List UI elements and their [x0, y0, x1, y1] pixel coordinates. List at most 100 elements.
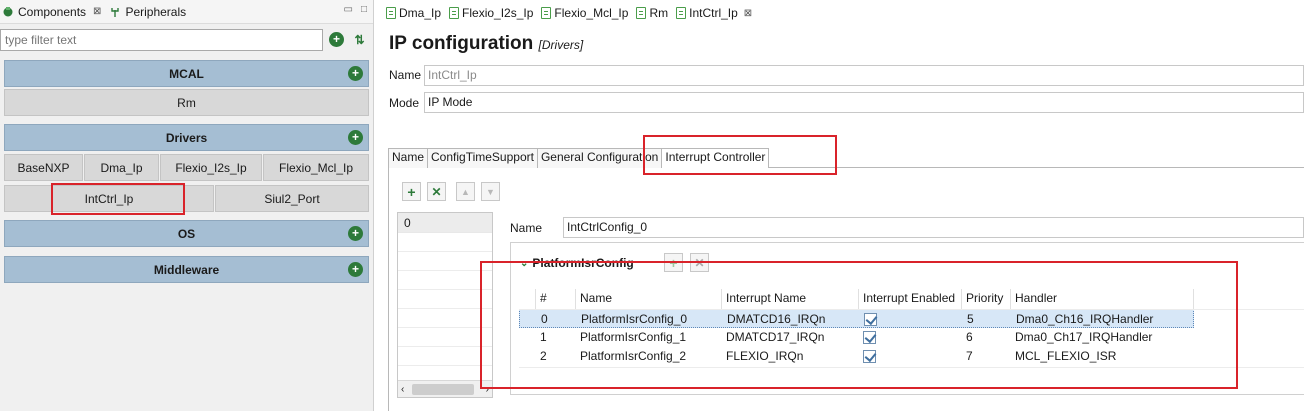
list-row-empty [398, 328, 492, 347]
tab-name[interactable]: Name [388, 148, 429, 168]
group-mcal[interactable]: MCAL + [4, 60, 369, 87]
col-header-name[interactable]: Name [576, 289, 722, 309]
maximize-icon[interactable]: □ [361, 4, 367, 15]
mode-field[interactable]: IP Mode [424, 92, 1304, 113]
tab-peripherals[interactable]: Peripherals [107, 5, 192, 19]
table-row[interactable]: 2 PlatformIsrConfig_2 FLEXIO_IRQn 7 MCL_… [519, 347, 1194, 366]
add-os-icon[interactable]: + [348, 226, 363, 241]
name-field[interactable]: IntCtrl_Ip [424, 65, 1304, 86]
col-header-priority[interactable]: Priority [962, 289, 1011, 309]
list-item[interactable]: 0 [398, 213, 492, 233]
cell-handler: Dma0_Ch16_IRQHandler [1016, 312, 1154, 326]
table-divider [519, 309, 1304, 310]
tab-general-configuration[interactable]: General Configuration [536, 148, 663, 168]
col-header-interrupt-name[interactable]: Interrupt Name [722, 289, 859, 309]
document-icon [386, 7, 396, 19]
table-row[interactable]: 1 PlatformIsrConfig_1 DMATCD17_IRQn 6 Dm… [519, 328, 1194, 347]
horizontal-scrollbar[interactable]: ‹ › [398, 380, 492, 397]
minimize-icon[interactable]: ▭ [344, 4, 353, 15]
cell-index: 0 [541, 312, 548, 326]
add-middleware-icon[interactable]: + [348, 262, 363, 277]
scroll-left-icon[interactable]: ‹ [401, 384, 404, 395]
components-icon [3, 6, 13, 16]
add-component-button[interactable]: + [327, 30, 346, 49]
filter-input[interactable] [0, 29, 323, 51]
page-title: IP configuration [Drivers] [389, 33, 583, 55]
group-middleware[interactable]: Middleware + [4, 256, 369, 283]
add-isr-button[interactable]: + [664, 253, 683, 272]
component-label: Dma_Ip [100, 160, 143, 175]
group-middleware-label: Middleware [153, 262, 220, 277]
list-row-empty [398, 233, 492, 252]
editor-tab-rm[interactable]: Rm [636, 6, 668, 20]
arrow-down-icon: ▼ [486, 186, 495, 197]
enabled-checkbox[interactable] [863, 331, 876, 344]
editor-tab-label: Rm [649, 6, 669, 20]
editor-tab-flexio-mcl-ip[interactable]: Flexio_Mcl_Ip [541, 6, 628, 20]
group-drivers[interactable]: Drivers + [4, 124, 369, 151]
table-divider [519, 367, 1304, 368]
window-controls: ▭ □ [344, 4, 368, 15]
editor-tab-label: Flexio_Mcl_Ip [554, 6, 629, 20]
col-header-blank [519, 289, 536, 309]
add-mcal-icon[interactable]: + [348, 66, 363, 81]
collapse-icon[interactable]: ⌄ [520, 258, 528, 269]
scroll-thumb[interactable] [412, 384, 474, 395]
move-down-button[interactable]: ▼ [481, 182, 500, 201]
cell-priority: 5 [967, 312, 974, 326]
component-basenxp[interactable]: BaseNXP [4, 154, 83, 181]
add-item-button[interactable]: + [402, 182, 421, 201]
tab-configtimesupport[interactable]: ConfigTimeSupport [427, 148, 538, 168]
col-header-index[interactable]: # [536, 289, 576, 309]
component-intctrl-ip[interactable]: IntCtrl_Ip [4, 185, 214, 212]
editor-tab-dma-ip[interactable]: Dma_Ip [386, 6, 441, 20]
enabled-checkbox[interactable] [863, 350, 876, 363]
config-name-field[interactable]: IntCtrlConfig_0 [563, 217, 1304, 238]
sort-button[interactable]: ⇅ [350, 30, 369, 49]
enabled-checkbox[interactable] [864, 313, 877, 326]
title-subtitle: [Drivers] [538, 38, 584, 52]
group-os[interactable]: OS + [4, 220, 369, 247]
component-label: Siul2_Port [264, 191, 320, 206]
name-label: Name [389, 68, 422, 82]
group-mcal-label: MCAL [169, 66, 204, 81]
document-icon [541, 7, 552, 19]
document-icon [636, 7, 647, 19]
component-siul2-port[interactable]: Siul2_Port [215, 185, 369, 212]
remove-item-button[interactable]: ✕ [427, 182, 446, 201]
section-header[interactable]: ⌄ PlatformIsrConfig [520, 256, 634, 270]
list-row-empty [398, 271, 492, 290]
add-drivers-icon[interactable]: + [348, 130, 363, 145]
list-row-empty [398, 290, 492, 309]
cell-handler: MCL_FLEXIO_ISR [1015, 349, 1117, 363]
components-panel: Components ⊠ Peripherals ▭ □ + ⇅ MCAL + … [0, 0, 374, 411]
sort-icon: ⇅ [354, 32, 365, 47]
plus-icon: + [669, 254, 678, 271]
config-tab-bar: Name ConfigTimeSupport General Configura… [388, 148, 1304, 168]
mode-label: Mode [389, 96, 420, 110]
tab-interrupt-controller[interactable]: Interrupt Controller [661, 148, 770, 168]
component-rm[interactable]: Rm [4, 89, 369, 116]
close-icon[interactable]: ⊠ [744, 8, 752, 19]
close-icon[interactable]: ⊠ [93, 6, 101, 17]
cell-irq: DMATCD16_IRQn [727, 312, 826, 326]
table-row[interactable]: 0 PlatformIsrConfig_0 DMATCD16_IRQn 5 Dm… [519, 309, 1194, 328]
tab-components-label: Components [18, 4, 87, 19]
scroll-right-icon[interactable]: › [486, 384, 489, 395]
editor-tab-intctrl-ip[interactable]: IntCtrl_Ip ⊠ [676, 6, 752, 20]
tab-components[interactable]: Components ⊠ [0, 5, 107, 19]
peripherals-icon [111, 7, 120, 17]
cell-irq: FLEXIO_IRQn [726, 349, 804, 363]
cell-index: 2 [540, 349, 547, 363]
group-os-label: OS [177, 226, 196, 241]
remove-isr-button[interactable]: ✕ [690, 253, 709, 272]
component-flexio-mcl-ip[interactable]: Flexio_Mcl_Ip [263, 154, 369, 181]
move-up-button[interactable]: ▲ [456, 182, 475, 201]
col-header-handler[interactable]: Handler [1011, 289, 1194, 309]
component-flexio-i2s-ip[interactable]: Flexio_I2s_Ip [160, 154, 262, 181]
editor-tab-label: IntCtrl_Ip [689, 6, 738, 20]
component-dma-ip[interactable]: Dma_Ip [84, 154, 159, 181]
editor-tab-flexio-i2s-ip[interactable]: Flexio_I2s_Ip [449, 6, 533, 20]
panel-tab-bar: Components ⊠ Peripherals [0, 0, 373, 24]
col-header-interrupt-enabled[interactable]: Interrupt Enabled [859, 289, 962, 309]
